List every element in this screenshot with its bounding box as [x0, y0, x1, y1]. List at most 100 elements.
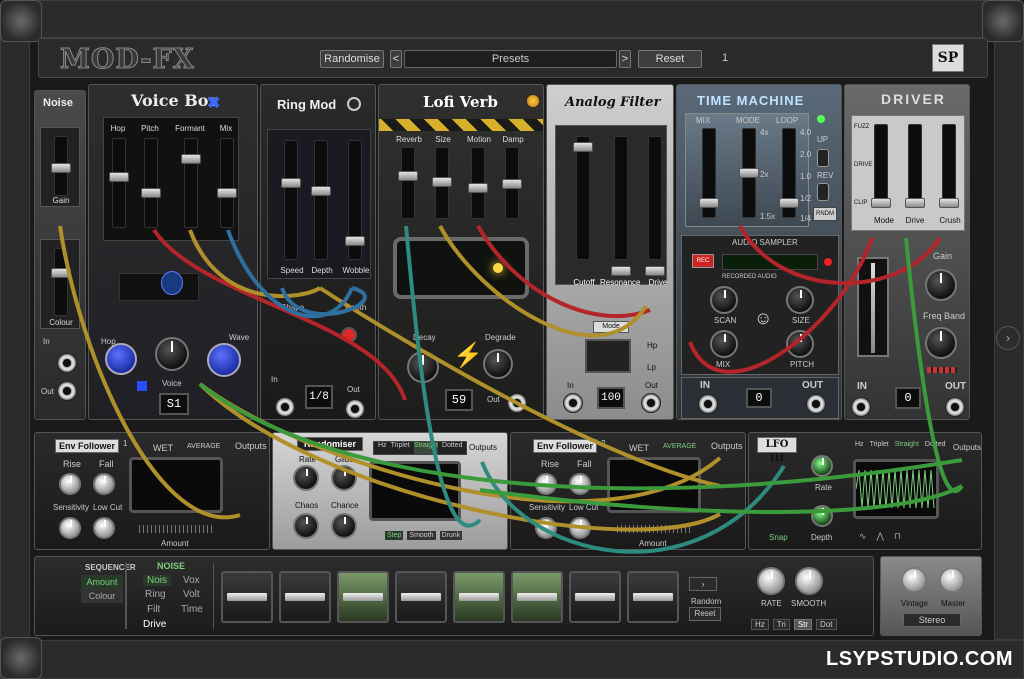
pitch-knob[interactable] [786, 330, 814, 358]
noise-item-nois[interactable]: Nois [143, 575, 172, 586]
seq-rate-knob[interactable] [757, 567, 785, 595]
driver-drive-slider[interactable] [905, 198, 925, 208]
voice-knob[interactable] [155, 337, 189, 371]
colour-slider[interactable] [51, 268, 71, 278]
preset-next-button[interactable]: > [619, 50, 631, 68]
seq-item-amount[interactable]: Amount [81, 575, 123, 589]
step-pad-1[interactable] [221, 571, 273, 623]
vintage-knob[interactable] [901, 567, 927, 593]
driver-crush-slider[interactable] [939, 198, 959, 208]
rnd-tab-dotted[interactable]: Dotted [442, 442, 463, 454]
tm-mode-slider[interactable] [739, 168, 759, 178]
size-slider[interactable] [432, 177, 452, 187]
rnd-mode-smooth[interactable]: Smooth [407, 531, 436, 540]
step-pad-3[interactable] [337, 571, 389, 623]
seq-reset-button[interactable]: Reset [689, 607, 721, 621]
env1-sensitivity-knob[interactable] [59, 517, 81, 539]
sine-icon[interactable]: ∿ [859, 531, 867, 543]
rnd-rate-knob[interactable] [293, 465, 319, 491]
pitch-slider[interactable] [141, 188, 161, 198]
noise-item-vox[interactable]: Vox [183, 575, 200, 586]
env2-sensitivity-knob[interactable] [535, 517, 557, 539]
square-icon[interactable]: ⊓ [894, 531, 901, 543]
seq-mode-tri[interactable]: Tri [772, 619, 790, 630]
step-pad-6[interactable] [511, 571, 563, 623]
formant-slider[interactable] [181, 154, 201, 164]
rnd-tab-hz[interactable]: Hz [378, 442, 387, 454]
noise-item-volt[interactable]: Volt [183, 589, 200, 600]
analogfilter-in-jack[interactable] [563, 393, 583, 413]
lfo-snap-label[interactable]: Snap [769, 533, 788, 542]
reverb-slider[interactable] [398, 171, 418, 181]
degrade-knob[interactable] [483, 349, 513, 379]
wave-knob[interactable] [207, 343, 241, 377]
seq-smooth-knob[interactable] [795, 567, 823, 595]
mode-switch[interactable] [585, 339, 631, 373]
drive-slider[interactable] [645, 266, 665, 276]
tm-rndm-button[interactable]: RNDM [813, 207, 837, 221]
rnd-chaos-knob[interactable] [293, 513, 319, 539]
env1-lowcut-knob[interactable] [93, 517, 115, 539]
tm-rev-toggle[interactable] [817, 183, 829, 201]
master-knob[interactable] [939, 567, 965, 593]
presets-dropdown[interactable]: Presets [404, 50, 617, 68]
env2-lowcut-knob[interactable] [569, 517, 591, 539]
lfo-rate-knob[interactable] [811, 455, 833, 477]
lfo-depth-knob[interactable] [811, 505, 833, 527]
noise-out-jack[interactable] [57, 381, 77, 401]
noise-in-jack[interactable] [57, 353, 77, 373]
analogfilter-out-jack[interactable] [641, 393, 661, 413]
size-knob[interactable] [786, 286, 814, 314]
rec-button[interactable]: REC [692, 254, 714, 268]
lofiverb-out-jack[interactable] [507, 393, 527, 413]
seq-random-label[interactable]: Random [691, 597, 721, 606]
noise-item-drive[interactable]: Drive [143, 619, 166, 630]
step-pad-2[interactable] [279, 571, 331, 623]
tm-mix-knob[interactable] [710, 330, 738, 358]
speed-slider[interactable] [281, 178, 301, 188]
wobble-slider[interactable] [345, 236, 365, 246]
seq-mode-hz[interactable]: Hz [751, 619, 769, 630]
lfo-tab-dotted[interactable]: Dotted [925, 441, 946, 448]
noise-item-ring[interactable]: Ring [145, 589, 166, 600]
env1-fall-knob[interactable] [93, 473, 115, 495]
tm-loop-slider[interactable] [779, 198, 799, 208]
lfo-tab-hz[interactable]: Hz [855, 441, 864, 448]
reset-button[interactable]: Reset [638, 50, 702, 68]
triangle-icon[interactable]: ⋀ [877, 531, 884, 543]
ringmod-out-jack[interactable] [345, 399, 365, 419]
rnd-tab-triplet[interactable]: Triplet [391, 442, 410, 454]
cutoff-slider[interactable] [573, 142, 593, 152]
seq-mode-str[interactable]: Str [793, 619, 813, 630]
tm-up-toggle[interactable] [817, 149, 829, 167]
depth-slider[interactable] [311, 186, 331, 196]
tm-mix-slider[interactable] [699, 198, 719, 208]
seq-item-colour[interactable]: Colour [81, 589, 123, 603]
driver-in-jack[interactable] [851, 397, 871, 417]
driver-gain-knob[interactable] [925, 269, 957, 301]
noise-item-time[interactable]: Time [181, 604, 203, 615]
tm-out-jack[interactable] [806, 394, 826, 414]
freqband-knob[interactable] [925, 327, 957, 359]
driver-out-jack[interactable] [945, 397, 965, 417]
rnd-mode-drunk[interactable]: Drunk [439, 531, 463, 540]
noise-item-filt[interactable]: Filt [147, 604, 160, 615]
next-page-arrow-icon[interactable]: › [996, 326, 1020, 350]
scan-knob[interactable] [710, 286, 738, 314]
ringmod-in-jack[interactable] [275, 397, 295, 417]
seq-next-button[interactable]: › [689, 577, 717, 591]
step-pad-8[interactable] [627, 571, 679, 623]
mix-slider[interactable] [217, 188, 237, 198]
tm-in-jack[interactable] [698, 394, 718, 414]
resonance-slider[interactable] [611, 266, 631, 276]
rnd-mode-step[interactable]: Step [385, 531, 404, 540]
hop-knob[interactable] [105, 343, 137, 375]
rnd-tab-straight[interactable]: Straight [413, 442, 438, 454]
step-pad-7[interactable] [569, 571, 621, 623]
seq-mode-dot[interactable]: Dot [816, 619, 837, 630]
step-pad-4[interactable] [395, 571, 447, 623]
env2-rise-knob[interactable] [535, 473, 557, 495]
step-pad-5[interactable] [453, 571, 505, 623]
stereo-button[interactable]: Stereo [903, 613, 961, 627]
rnd-glide-knob[interactable] [331, 465, 357, 491]
